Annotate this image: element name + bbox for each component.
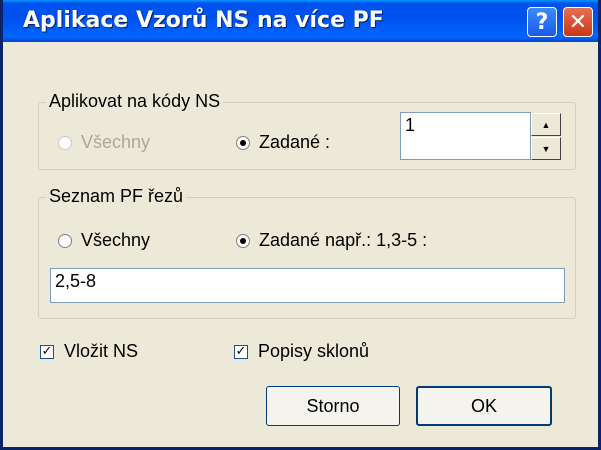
radio-sections-all-label: Všechny	[81, 230, 151, 250]
radio-codes-all-label: Všechny	[81, 132, 151, 152]
cancel-button[interactable]: Storno	[266, 386, 400, 426]
codes-input[interactable]: 1	[400, 112, 531, 160]
codes-group-legend: Aplikovat na kódy NS	[46, 91, 224, 112]
checkbox-slope-labels-label: Popisy sklonů	[258, 341, 370, 361]
radio-sections-all[interactable]: Všechny	[58, 230, 150, 251]
close-button[interactable]: ✕	[563, 7, 593, 37]
codes-spinner: ▲ ▼	[531, 112, 561, 160]
radio-indicator	[58, 135, 72, 150]
check-icon: ✓	[234, 343, 248, 359]
sections-group-legend: Seznam PF řezů	[46, 186, 187, 207]
radio-indicator	[236, 233, 250, 248]
radio-sections-specified[interactable]: Zadané např.: 1,3-5 :	[236, 230, 427, 251]
dialog-window: Aplikace Vzorů NS na více PF ? ✕ Aplikov…	[0, 0, 601, 450]
radio-indicator	[236, 135, 250, 150]
spin-up-button[interactable]: ▲	[531, 113, 561, 136]
radio-codes-specified-label: Zadané :	[259, 132, 331, 152]
radio-indicator	[58, 233, 72, 248]
spin-down-button[interactable]: ▼	[531, 137, 561, 160]
help-button[interactable]: ?	[527, 7, 557, 37]
checkbox-insert-ns[interactable]: ✓ Vložit NS	[40, 341, 138, 362]
radio-sections-specified-label: Zadané např.: 1,3-5 :	[259, 230, 428, 250]
window-title: Aplikace Vzorů NS na více PF	[23, 8, 384, 33]
checkbox-slope-labels[interactable]: ✓ Popisy sklonů	[234, 341, 369, 362]
ok-button[interactable]: OK	[416, 386, 552, 426]
check-icon: ✓	[40, 343, 54, 359]
title-bar[interactable]: Aplikace Vzorů NS na více PF ? ✕	[3, 0, 598, 42]
sections-input[interactable]: 2,5-8	[50, 268, 565, 303]
radio-codes-all[interactable]: Všechny	[58, 132, 150, 153]
radio-codes-specified[interactable]: Zadané :	[236, 132, 330, 153]
checkbox-insert-ns-label: Vložit NS	[64, 341, 139, 361]
